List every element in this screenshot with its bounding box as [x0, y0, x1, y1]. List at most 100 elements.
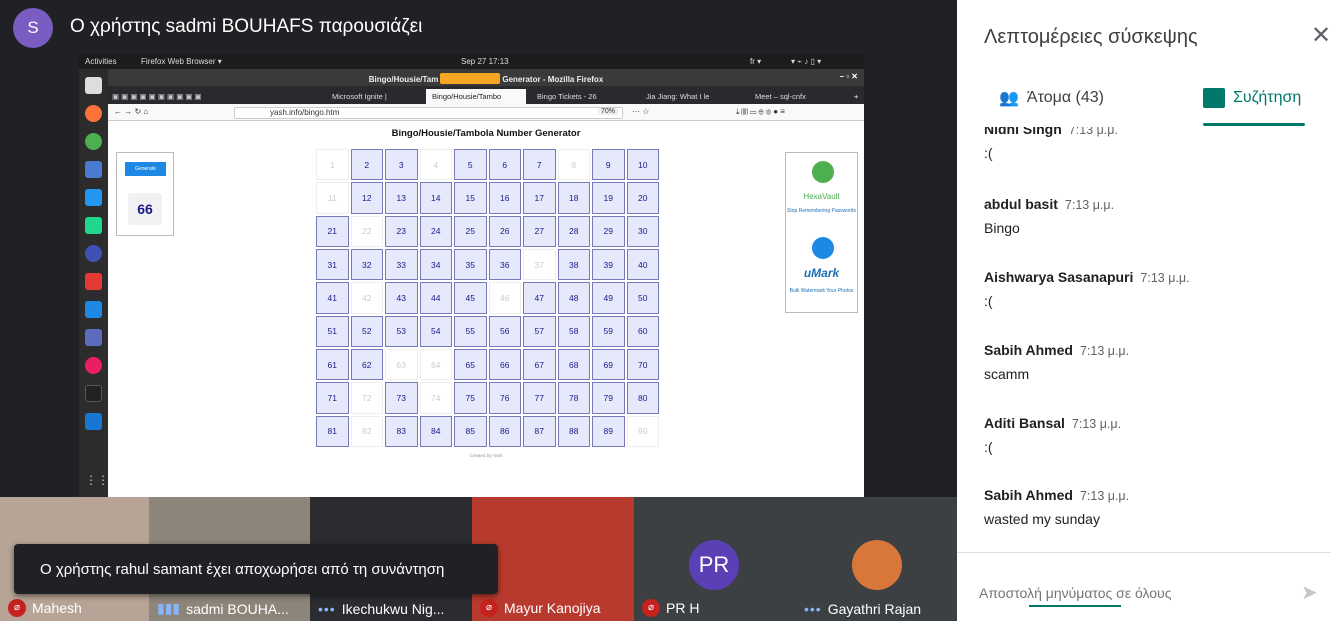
bingo-cell: 79 — [592, 382, 625, 414]
bingo-cell: 4 — [419, 149, 452, 181]
media-icon — [85, 245, 102, 262]
firefox-window: Bingo/Housie/Tam Generator - Mozilla Fire… — [108, 69, 864, 497]
send-icon[interactable]: ➤ — [1301, 583, 1318, 603]
mic-off-icon: ⌀ — [642, 599, 660, 617]
bingo-cell: 1 — [316, 149, 349, 181]
umark-tagline[interactable]: Bulk Watermark Your Photos — [786, 288, 857, 294]
tab-chat[interactable]: Συζήτηση — [1203, 88, 1301, 108]
bingo-cell: 63 — [385, 349, 418, 381]
chat-message: Sabih Ahmed 7:13 μ.μ. wasted my sunday — [984, 487, 1314, 527]
active-tab-indicator — [1203, 123, 1305, 126]
zoom-indicator[interactable]: 70% — [598, 108, 619, 115]
bingo-cell: 42 — [350, 282, 383, 314]
tab-chat-label: Συζήτηση — [1233, 89, 1302, 106]
bingo-cell: 64 — [419, 349, 452, 381]
participant-tile[interactable]: PR ⌀ PR H — [634, 497, 796, 621]
tab-microsoft-ignite[interactable]: Microsoft Ignite | — [326, 89, 426, 104]
bingo-cell: 39 — [592, 249, 625, 281]
bingo-cell: 90 — [626, 415, 659, 447]
more-dots-icon: ••• — [318, 601, 336, 617]
slack-icon — [85, 357, 102, 374]
bingo-cell: 40 — [626, 249, 659, 281]
bingo-cell: 54 — [419, 315, 452, 347]
bingo-cell: 11 — [316, 182, 349, 214]
hexavault-tagline[interactable]: Stop Remembering Passwords — [786, 208, 857, 214]
bingo-cell: 28 — [557, 215, 590, 247]
mic-off-icon: ⌀ — [480, 599, 498, 617]
hexavault-name[interactable]: HexaVault — [786, 193, 857, 201]
generate-button[interactable]: Generate — [125, 162, 166, 176]
editor-icon — [85, 413, 102, 430]
tab-bingo-tickets[interactable]: Bingo Tickets - 26 — [531, 89, 631, 104]
bingo-cell: 84 — [419, 415, 452, 447]
monitor-icon — [85, 301, 102, 318]
bingo-cell: 30 — [626, 215, 659, 247]
bingo-cell: 70 — [626, 349, 659, 381]
tab-people[interactable]: 👥 Άτομα (43) — [999, 88, 1104, 108]
umark-logo-icon — [812, 237, 834, 259]
bingo-cell: 55 — [454, 315, 487, 347]
bingo-cell: 5 — [454, 149, 487, 181]
hexavault-logo-icon — [812, 161, 834, 183]
bingo-cell: 57 — [523, 315, 556, 347]
activities-label: Activities — [85, 57, 117, 66]
bingo-cell: 83 — [385, 415, 418, 447]
bingo-cell: 3 — [385, 149, 418, 181]
url-bar[interactable]: yash.info/bingo.htm — [234, 107, 623, 119]
participant-tile[interactable]: ••• Gayathri Rajan — [796, 497, 957, 621]
page-actions-icon[interactable]: ··· ☆ — [632, 107, 649, 116]
clock-label: Sep 27 17:13 — [461, 57, 509, 66]
bingo-cell: 52 — [350, 315, 383, 347]
pinned-tabs[interactable]: ▣ ▣ ▣ ▣ ▣ ▣ ▣ ▣ ▣ ▣ — [108, 89, 324, 104]
meet-window: S Ο χρήστης sadmi BOUHAFS παρουσιάζει Ac… — [0, 0, 1331, 621]
bingo-cell: 10 — [626, 149, 659, 181]
chat-composer: ➤ — [957, 552, 1331, 621]
participant-name: Gayathri Rajan — [827, 601, 922, 617]
message-time: 7:13 μ.μ. — [1071, 417, 1122, 431]
chrome-icon — [85, 133, 102, 150]
bingo-cell: 16 — [488, 182, 521, 214]
bingo-cell: 62 — [350, 349, 383, 381]
bingo-cell: 31 — [316, 249, 349, 281]
bingo-cell: 18 — [557, 182, 590, 214]
bingo-cell: 35 — [454, 249, 487, 281]
nav-buttons-icon[interactable]: ← → ↻ ⌂ — [114, 107, 148, 116]
mic-off-icon: ⌀ — [8, 599, 26, 617]
message-sender: Aishwarya Sasanapuri — [984, 269, 1134, 285]
bingo-cell: 86 — [488, 415, 521, 447]
lang-label: fr ▾ — [750, 57, 762, 66]
bingo-cell: 23 — [385, 215, 418, 247]
bingo-cell: 41 — [316, 282, 349, 314]
message-text: :( — [984, 145, 993, 161]
window-controls-icon[interactable]: – ▫ ✕ — [840, 72, 858, 81]
participant-name: PR H — [666, 600, 700, 616]
toolbar-icons[interactable]: ⤓ ▥ ▭ ⊕ ⊛ ● ≡ — [736, 107, 785, 117]
tab-meet[interactable]: Meet – sql-cnfx — [749, 89, 844, 104]
input-focus-line — [1029, 605, 1121, 607]
umark-name[interactable]: uMark — [786, 266, 857, 280]
tab-jia-jiang[interactable]: Jia Jiang: What I le — [640, 89, 738, 104]
avatar: PR — [689, 540, 739, 590]
window-title: Bingo/Housie/Tam — [368, 75, 439, 84]
chat-message: Aditi Bansal 7:13 μ.μ.:( — [984, 415, 1314, 455]
bingo-cell: 81 — [316, 415, 349, 447]
bingo-cell: 34 — [419, 249, 452, 281]
bingo-cell: 38 — [557, 249, 590, 281]
close-icon[interactable]: ✕ — [1311, 24, 1331, 48]
speaking-icon: ▮▮▮ — [157, 600, 181, 616]
current-number: 66 — [128, 193, 162, 225]
participant-name: Mayur Kanojiya — [504, 600, 601, 616]
bingo-cell: 25 — [454, 215, 487, 247]
bingo-cell: 58 — [557, 315, 590, 347]
message-sender: abdul basit — [984, 196, 1058, 212]
window-title-tail: Generator - Mozilla Firefox — [502, 75, 604, 84]
chat-input[interactable] — [979, 583, 1274, 603]
tab-bingo[interactable]: Bingo/Housie/Tambo — [426, 89, 526, 104]
more-dots-icon: ••• — [804, 601, 822, 617]
page-title: Bingo/Housie/Tambola Number Generator — [391, 128, 581, 139]
message-time: 7:13 μ.μ. — [1079, 344, 1130, 358]
bingo-cell: 65 — [454, 349, 487, 381]
new-tab-icon[interactable]: + — [848, 89, 864, 104]
message-text: wasted my sunday — [984, 511, 1100, 527]
bingo-cell: 46 — [488, 282, 521, 314]
